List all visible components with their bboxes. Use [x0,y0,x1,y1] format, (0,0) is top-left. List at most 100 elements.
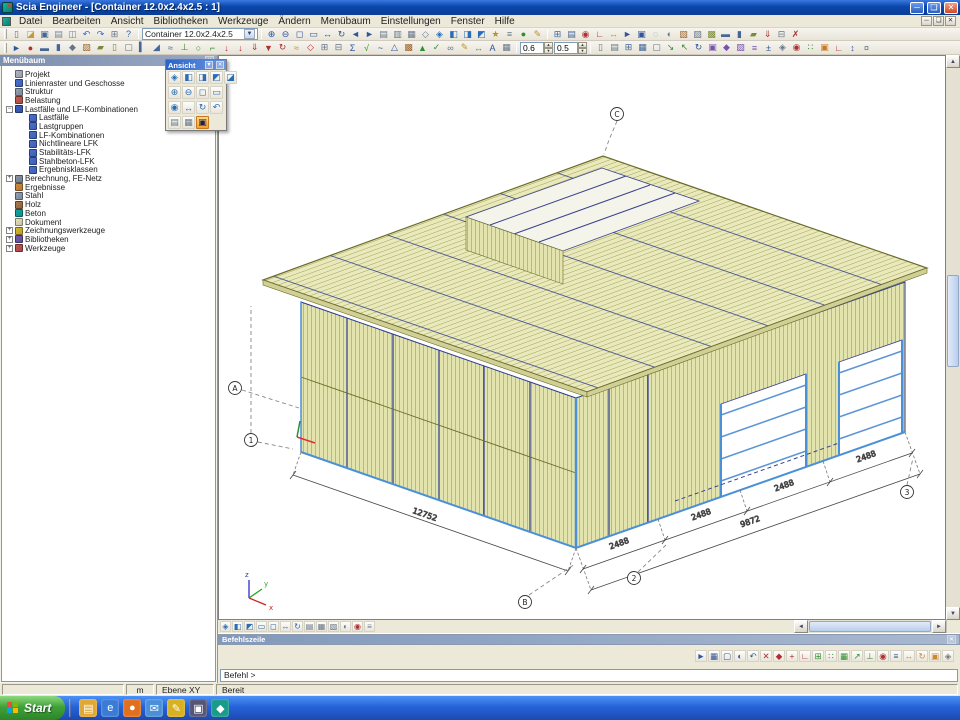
dimension-line-icon[interactable]: ↔ [472,42,485,54]
settings-icon[interactable]: ¤ [860,42,873,54]
tree-item-bibliotheken[interactable]: + Bibliotheken [2,235,215,244]
reactions-icon[interactable]: ▲ [416,42,429,54]
opening-icon[interactable]: ▢ [122,42,135,54]
scale-input-2[interactable]: ▲▼ [554,42,587,54]
selection-mode-icon[interactable]: ► [10,42,23,54]
stress-icon[interactable]: ▩ [402,42,415,54]
project-settings-icon[interactable]: ⊞ [108,28,121,40]
view-xz-icon[interactable]: ◧ [182,71,195,84]
tree-expand-icon[interactable]: + [6,175,13,182]
wall-icon[interactable]: ▯ [108,42,121,54]
minimize-button[interactable]: ─ [910,2,924,14]
arbitrary-beam-icon[interactable]: ≈ [164,42,177,54]
visibility-icon[interactable]: ● [517,28,530,40]
select-all-icon[interactable]: ▦ [708,650,720,662]
zoom-all-icon[interactable]: ▭ [256,621,267,632]
update-icon[interactable]: ↻ [692,42,705,54]
activity-icon[interactable]: ◐ [340,621,351,632]
tree-item-stahl[interactable]: Stahl [2,192,215,201]
media-player-icon[interactable]: ▣ [189,699,207,717]
dot-grid-icon[interactable]: ∷ [825,650,837,662]
new-project-icon[interactable]: ▯ [10,28,23,40]
coordinates-icon[interactable]: ∟ [832,42,845,54]
help-icon[interactable]: ? [122,28,135,40]
ucs-icon[interactable]: ∟ [593,28,606,40]
export-icon[interactable]: ↘ [664,42,677,54]
firefox-icon[interactable]: ● [123,699,141,717]
snap-midpoint-icon[interactable]: ◆ [773,650,785,662]
scroll-down-icon[interactable]: ▼ [946,607,960,620]
steel-check-icon[interactable]: ✓ [430,42,443,54]
zoom-window-icon[interactable]: ◻ [293,28,306,40]
perspective-icon[interactable]: ◇ [419,28,432,40]
restore-button[interactable]: ❏ [927,2,941,14]
free-load-icon[interactable]: ◇ [304,42,317,54]
support-icon[interactable]: ⊥ [178,42,191,54]
snap-mode-icon[interactable]: ◉ [579,28,592,40]
axo-view-icon[interactable]: ◈ [433,28,446,40]
coordinates-input-icon[interactable]: ≡ [890,650,902,662]
spin-down-icon[interactable]: ▼ [544,48,553,54]
menu-ansicht[interactable]: Ansicht [106,16,149,27]
point-load-icon[interactable]: ↓ [234,42,247,54]
tree-item-lf-kombinationen[interactable]: LF-Kombinationen [2,131,215,140]
libraries-icon[interactable]: ▣ [706,42,719,54]
mail-icon[interactable]: ✉ [145,699,163,717]
tree-item-dokument[interactable]: Dokument [2,218,215,227]
scale-input-2-field[interactable] [554,42,578,54]
line-load-icon[interactable]: ⇓ [248,42,261,54]
scia-engineer-icon[interactable]: ◆ [211,699,229,717]
child-restore-button[interactable]: ❏ [933,16,944,26]
pan-icon[interactable]: ↔ [280,621,291,632]
rotate-view-icon[interactable]: ↻ [292,621,303,632]
invert-selection-icon[interactable]: ◐ [734,650,746,662]
menu-aendern[interactable]: Ändern [273,16,315,27]
working-plane-ic[interactable]: ▣ [818,42,831,54]
toolbar-grip[interactable] [4,43,7,53]
column-icon[interactable]: ▮ [52,42,65,54]
tree-item-ergebnisse[interactable]: Ergebnisse [2,183,215,192]
front-view-icon[interactable]: ◧ [447,28,460,40]
scale-input-1-field[interactable] [520,42,544,54]
clip-box-icon[interactable]: ▧ [328,621,339,632]
results-icon[interactable]: √ [360,42,373,54]
select-by-property-icon[interactable]: ▣ [635,28,648,40]
tree-item-nichtlineare-lfk[interactable]: Nichtlineare LFK [2,140,215,149]
connection-icon[interactable]: ∞ [444,42,457,54]
section-icon[interactable]: ▨ [691,28,704,40]
ucs-rotate-icon[interactable]: ↻ [916,650,928,662]
render-icon[interactable]: ▦ [182,116,195,129]
cross-sections-library-icon[interactable]: ◆ [720,42,733,54]
command-field[interactable]: Befehl > [220,669,958,682]
wireframe-icon[interactable]: ▤ [377,28,390,40]
snap-intersection-icon[interactable]: + [786,650,798,662]
line-grid-icon[interactable]: ⊞ [551,28,564,40]
chevron-down-icon[interactable]: ▼ [244,29,255,39]
tree-item-zeichnungswerkzeuge[interactable]: + Zeichnungswerkzeuge [2,226,215,235]
import-icon[interactable]: ↖ [678,42,691,54]
tree-item-stahlbeton-lfk[interactable]: Stahlbeton-LFK [2,157,215,166]
snap-icon[interactable]: ◉ [790,42,803,54]
ucs-move-icon[interactable]: ↔ [903,650,915,662]
scale-input-2-spinner[interactable]: ▲▼ [578,42,587,54]
snap-settings-icon[interactable]: ◉ [352,621,363,632]
viewport-vertical-scrollbar[interactable]: ▲ ▼ [946,55,960,620]
scroll-up-icon[interactable]: ▲ [946,55,960,68]
plate-icon[interactable]: ▰ [747,28,760,40]
zoom-window-icon[interactable]: ◻ [196,86,209,99]
zoom-selection-icon[interactable]: ◉ [168,101,181,114]
text-icon[interactable]: A [486,42,499,54]
previous-selection-icon[interactable]: ↶ [747,650,759,662]
explorer-icon[interactable]: ▤ [79,699,97,717]
surface-load-icon[interactable]: ▼ [262,42,275,54]
axo-view-icon[interactable]: ◈ [220,621,231,632]
viewport-horizontal-scrollbar[interactable]: ◄ ► [794,620,946,633]
menu-werkzeuge[interactable]: Werkzeuge [213,16,273,27]
print-icon[interactable]: ▤ [52,28,65,40]
top-view-icon[interactable]: ◩ [475,28,488,40]
ortho-mode-icon[interactable]: ⊥ [864,650,876,662]
zoom-out-icon[interactable]: ⊖ [279,28,292,40]
selection-arrow-icon[interactable]: ► [621,28,634,40]
scale-input-1-spinner[interactable]: ▲▼ [544,42,553,54]
toolbar-grip[interactable] [4,29,7,39]
